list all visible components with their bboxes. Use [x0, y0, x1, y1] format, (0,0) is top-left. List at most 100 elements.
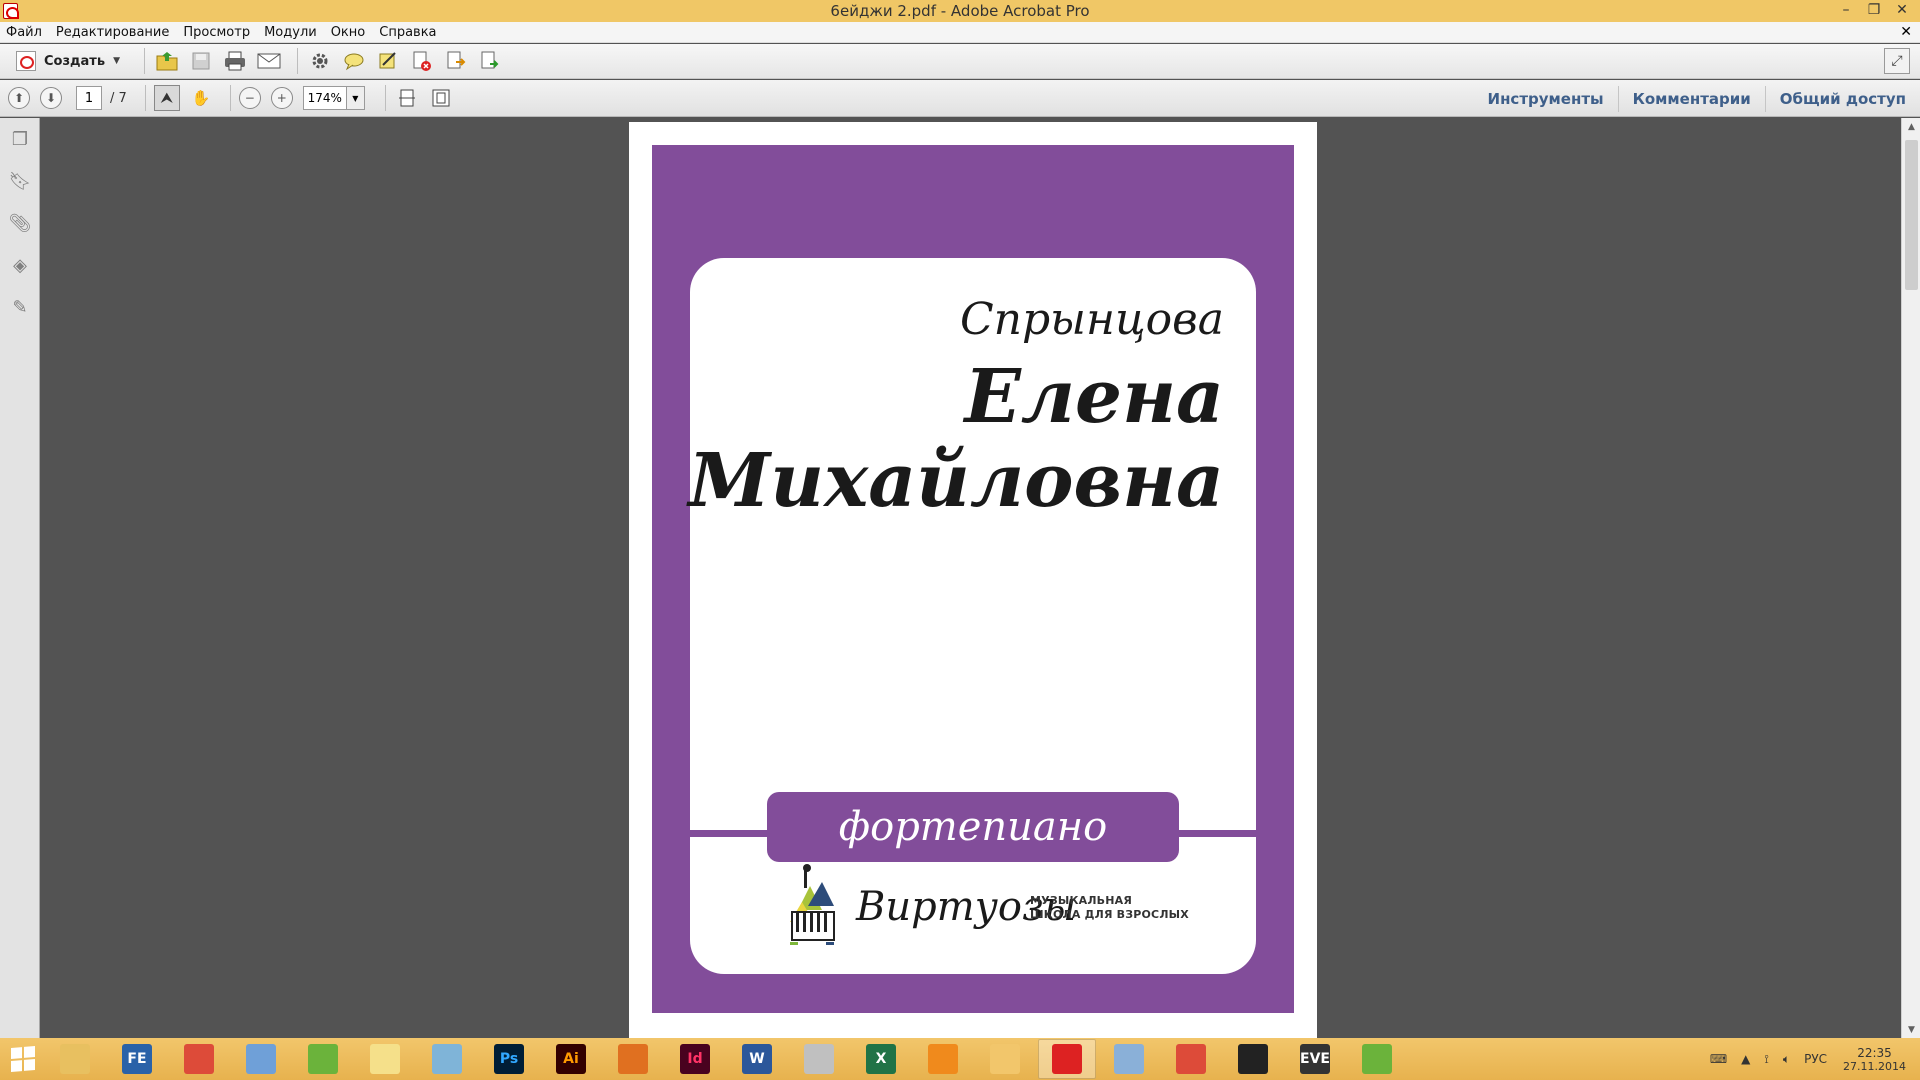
- fullscreen-button[interactable]: ⤢: [1884, 48, 1910, 74]
- word-icon: W: [742, 1044, 772, 1074]
- window-title: 6ейджи 2.pdf - Adobe Acrobat Pro: [830, 2, 1090, 20]
- menu-window[interactable]: Окно: [331, 25, 366, 40]
- keyboard-icon[interactable]: ⌨: [1710, 1052, 1727, 1066]
- zoom-in-button[interactable]: +: [270, 87, 293, 109]
- hand-tool-button[interactable]: ✋: [188, 85, 214, 111]
- menu-view[interactable]: Просмотр: [183, 25, 250, 40]
- sign-button[interactable]: [374, 47, 402, 75]
- toolbar-separator: [296, 48, 298, 74]
- eve-app-icon: EVE: [1300, 1044, 1330, 1074]
- paint-app-icon: [804, 1044, 834, 1074]
- save-icon: [192, 52, 210, 70]
- zoom-out-button[interactable]: −: [238, 87, 261, 109]
- taskbar-app-fe-app[interactable]: FE: [108, 1039, 166, 1079]
- bookmarks-button[interactable]: 🔖︎: [0, 160, 40, 202]
- menu-edit[interactable]: Редактирование: [56, 25, 169, 40]
- menu-help[interactable]: Справка: [379, 25, 436, 40]
- document-viewport[interactable]: Спрынцова Елена Михайловна фортепиано Ви…: [41, 118, 1901, 1038]
- print-icon: [224, 51, 245, 71]
- select-tool-button[interactable]: ⮝: [153, 85, 180, 111]
- email-icon: [257, 53, 281, 69]
- zoom-dropdown-button[interactable]: ▼: [346, 86, 365, 110]
- delete-page-button[interactable]: [408, 47, 436, 75]
- taskbar-app-word[interactable]: W: [728, 1039, 786, 1079]
- fe-app-icon: FE: [122, 1044, 152, 1074]
- taskbar-app-file-explorer[interactable]: [46, 1039, 104, 1079]
- input-language[interactable]: РУС: [1804, 1052, 1827, 1066]
- page-number-input[interactable]: 1: [76, 86, 102, 110]
- settings-button[interactable]: [306, 47, 334, 75]
- attachments-button[interactable]: 📎︎: [0, 202, 40, 244]
- previous-page-button[interactable]: ⬆: [8, 87, 30, 109]
- taskbar-app-indesign[interactable]: Id: [666, 1039, 724, 1079]
- minus-icon: −: [244, 91, 255, 105]
- taskbar-app-figure-app[interactable]: [976, 1039, 1034, 1079]
- taskbar-app-illustrator[interactable]: Ai: [542, 1039, 600, 1079]
- taskbar-app-chrome2[interactable]: [1162, 1039, 1220, 1079]
- scrollbar-thumb[interactable]: [1905, 140, 1918, 290]
- next-page-button[interactable]: ⬇: [40, 87, 62, 109]
- print-button[interactable]: [221, 47, 249, 75]
- start-button[interactable]: [0, 1038, 46, 1080]
- taskbar-app-leaf-app2[interactable]: [1348, 1039, 1406, 1079]
- volume-icon[interactable]: 🔈︎: [1783, 1052, 1790, 1067]
- tab-share[interactable]: Общий доступ: [1764, 85, 1920, 112]
- clock[interactable]: 22:35 27.11.2014: [1843, 1046, 1906, 1073]
- indesign-icon: Id: [680, 1044, 710, 1074]
- taskbar: FE Ps Ai Id W X EVE ⌨ ▲ ⟟ 🔈︎ РУС 22:35 27.11.2…: [0, 1038, 1920, 1080]
- taskbar-app-calculator[interactable]: [232, 1039, 290, 1079]
- taskbar-app-orange-app[interactable]: [914, 1039, 972, 1079]
- email-button[interactable]: [255, 47, 283, 75]
- document-close-button[interactable]: ✕: [1900, 24, 1912, 40]
- excel-icon: X: [866, 1044, 896, 1074]
- badge-instrument: фортепиано: [838, 804, 1108, 850]
- vertical-scrollbar[interactable]: ▲ ▼: [1901, 118, 1920, 1038]
- taskbar-app-paint-app[interactable]: [790, 1039, 848, 1079]
- layers-button[interactable]: ◈: [0, 244, 40, 286]
- minimize-button[interactable]: –: [1832, 0, 1860, 20]
- restore-button[interactable]: ❐: [1860, 0, 1888, 20]
- zoom-input[interactable]: 174%: [302, 86, 347, 110]
- taskbar-app-chrome[interactable]: [170, 1039, 228, 1079]
- tab-tools[interactable]: Инструменты: [1474, 86, 1618, 112]
- taskbar-app-excel[interactable]: X: [852, 1039, 910, 1079]
- create-button[interactable]: Создать ▼: [10, 47, 126, 75]
- fit-width-icon: [398, 89, 415, 107]
- taskbar-app-acrobat[interactable]: [1038, 1039, 1096, 1079]
- title-bar: 6ейджи 2.pdf - Adobe Acrobat Pro – ❐ ✕: [0, 0, 1920, 22]
- taskbar-app-folder-app[interactable]: [356, 1039, 414, 1079]
- badge-patronymic: Михайловна: [688, 438, 1224, 524]
- combine-button[interactable]: [476, 47, 504, 75]
- main-toolbar: Создать ▼ ⤢: [0, 44, 1920, 79]
- export-button[interactable]: [442, 47, 470, 75]
- fit-width-button[interactable]: [394, 85, 420, 111]
- taskbar-app-brush-app[interactable]: [1100, 1039, 1158, 1079]
- open-button[interactable]: [153, 47, 181, 75]
- menu-file[interactable]: Файл: [6, 25, 42, 40]
- delete-page-icon: [413, 51, 431, 71]
- menu-modules[interactable]: Модули: [264, 25, 317, 40]
- settings-icon: [312, 53, 328, 69]
- taskbar-app-pencil-app[interactable]: [604, 1039, 662, 1079]
- badge-card: Спрынцова Елена Михайловна фортепиано Ви…: [688, 258, 1256, 974]
- taskbar-app-list-app[interactable]: [1224, 1039, 1282, 1079]
- photoshop-icon: Ps: [494, 1044, 524, 1074]
- navigation-pane: ❐ 🔖︎ 📎︎ ◈ ✎: [0, 118, 40, 1038]
- scroll-down-button[interactable]: ▼: [1902, 1021, 1920, 1038]
- page-thumbnails-button[interactable]: ❐: [0, 118, 40, 160]
- taskbar-app-pen-app[interactable]: [418, 1039, 476, 1079]
- close-button[interactable]: ✕: [1888, 0, 1916, 20]
- taskbar-app-photoshop[interactable]: Ps: [480, 1039, 538, 1079]
- comment-button[interactable]: [340, 47, 368, 75]
- signatures-button[interactable]: ✎: [0, 286, 40, 328]
- bookmark-icon: 🔖︎: [8, 170, 32, 192]
- network-icon[interactable]: ⟟: [1764, 1052, 1768, 1067]
- taskbar-app-eve-app[interactable]: EVE: [1286, 1039, 1344, 1079]
- save-button[interactable]: [187, 47, 215, 75]
- orange-app-icon: [928, 1044, 958, 1074]
- show-hidden-icons-button[interactable]: ▲: [1741, 1052, 1750, 1066]
- taskbar-app-leaf-app[interactable]: [294, 1039, 352, 1079]
- fit-page-button[interactable]: [428, 85, 454, 111]
- scroll-up-button[interactable]: ▲: [1902, 118, 1920, 135]
- tab-comments[interactable]: Комментарии: [1617, 85, 1765, 112]
